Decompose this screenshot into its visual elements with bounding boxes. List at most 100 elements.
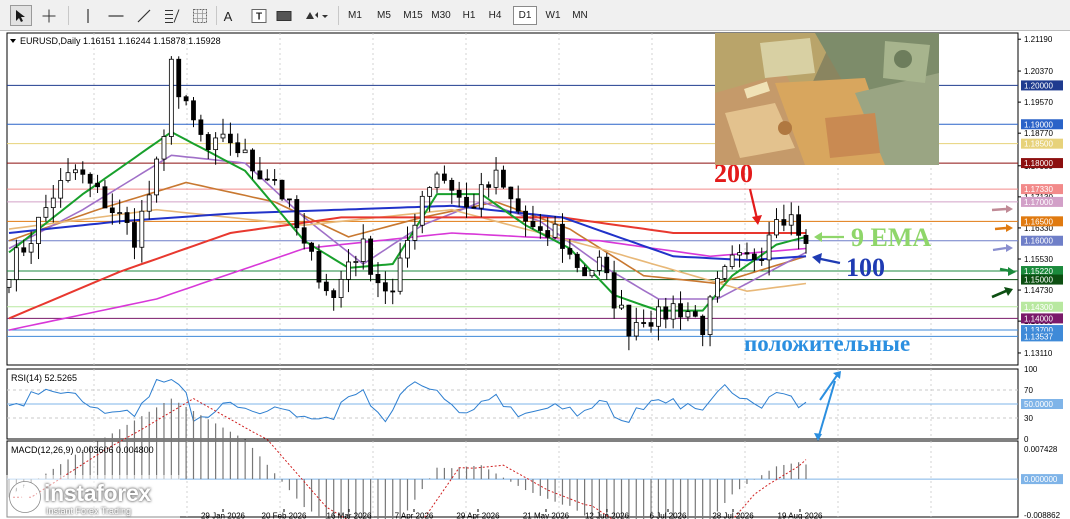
fibonacci-tool-button[interactable]: [160, 5, 184, 26]
rsi-axis-label: 70: [1024, 386, 1033, 395]
text-label-tool-button[interactable]: T: [248, 5, 270, 26]
candle-body: [316, 250, 322, 283]
y-axis-tick-label: 1.21190: [1024, 35, 1053, 44]
x-axis-tick-label: 29 Jan 2026: [201, 512, 246, 519]
candle-body: [729, 254, 735, 267]
candle-body: [117, 212, 123, 215]
crosshair-tool-button[interactable]: [37, 5, 61, 26]
timeframe-m1[interactable]: M1: [343, 6, 367, 25]
level-price-label: 1.16500: [1024, 217, 1053, 226]
y-axis-tick-label: 1.20370: [1024, 67, 1053, 76]
candle-body: [493, 169, 499, 188]
candle-body: [537, 226, 543, 231]
timeframe-h1[interactable]: H1: [458, 6, 480, 25]
rectangle-tool-button[interactable]: [273, 5, 295, 26]
timeframe-w1[interactable]: W1: [541, 6, 565, 25]
grid-tool-button[interactable]: [188, 5, 212, 26]
toolbar-separator: [338, 6, 339, 25]
timeframe-m15[interactable]: M15: [399, 6, 427, 25]
candle-body: [338, 278, 344, 298]
candle-body: [737, 252, 742, 256]
x-axis-tick-label: 28 Jul 2026: [712, 512, 754, 519]
candle-body: [781, 219, 787, 226]
horizontal-line-icon: [108, 14, 124, 17]
logo-text: instaforex: [44, 480, 151, 506]
level-marker-arrow: [994, 226, 1007, 231]
candle-body: [685, 311, 691, 318]
candle-body: [419, 195, 425, 226]
candle-body: [560, 223, 565, 249]
candle-body: [205, 134, 211, 151]
toolbar-separator: [68, 6, 69, 25]
candle-body: [368, 238, 374, 275]
y-axis-tick-label: 1.19570: [1024, 98, 1053, 107]
candle-body: [36, 216, 41, 245]
candle-body: [692, 311, 698, 317]
banknotes-picture: [715, 33, 939, 165]
candle-body: [264, 178, 270, 181]
candle-body: [50, 197, 56, 209]
candle-body: [803, 234, 809, 244]
level-price-label: 1.14300: [1024, 303, 1053, 312]
vertical-line-icon: [87, 8, 89, 23]
candle-body: [154, 158, 159, 196]
vertical-line-tool-button[interactable]: [78, 5, 98, 26]
candle-body: [552, 223, 558, 238]
candle-body: [146, 194, 152, 212]
grid-icon: [193, 8, 207, 23]
x-axis-tick-label: 12 Jun 2026: [585, 512, 630, 519]
rsi-axis-label: 0: [1024, 435, 1029, 444]
timeframe-m30[interactable]: M30: [427, 6, 455, 25]
svg-text:A: A: [224, 9, 233, 23]
candle-body: [294, 199, 300, 229]
timeframe-mn[interactable]: MN: [568, 6, 592, 25]
candle-body: [272, 179, 278, 181]
annotation-9-ema: 9 EMA: [851, 223, 931, 252]
candle-body: [73, 169, 78, 174]
candle-body: [751, 253, 757, 260]
candle-body: [589, 270, 595, 277]
macd-axis-label: 0.007428: [1024, 445, 1058, 454]
macd-level-label: 0.000000: [1024, 475, 1058, 484]
candle-body: [523, 210, 528, 222]
timeframe-h4[interactable]: H4: [484, 6, 506, 25]
candle-body: [434, 173, 440, 188]
trendline-tool-button[interactable]: [132, 5, 156, 26]
candle-body: [375, 274, 381, 284]
level-price-label: 1.19000: [1024, 120, 1053, 129]
candle-body: [596, 256, 602, 271]
candle-body: [441, 173, 447, 181]
candle-body: [102, 186, 108, 209]
candle-body: [464, 196, 469, 208]
timeframe-m5[interactable]: M5: [372, 6, 396, 25]
candle-body: [301, 227, 307, 244]
candle-body: [744, 252, 750, 255]
currency-photo: [715, 33, 939, 165]
shapes-tool-button[interactable]: [301, 5, 331, 26]
candle-body: [346, 261, 351, 280]
candle-body: [611, 272, 617, 309]
cursor-tool-button[interactable]: [10, 5, 32, 26]
x-axis-tick-label: 16 Mar 2026: [327, 512, 372, 519]
candle-body: [242, 149, 248, 154]
candle-body: [700, 315, 706, 336]
timeframe-d1[interactable]: D1: [513, 6, 537, 25]
annotation-100: 100: [846, 253, 885, 282]
x-axis-tick-label: 6 Jul 2026: [650, 512, 687, 519]
text-tool-button[interactable]: A: [218, 5, 238, 26]
candle-body: [788, 214, 794, 226]
candle-body: [471, 206, 477, 209]
instaforex-logo: instaforex Instant Forex Trading: [0, 475, 180, 519]
horizontal-line-tool-button[interactable]: [104, 5, 128, 26]
shapes-icon: [306, 11, 328, 19]
level-price-label: 1.20000: [1024, 81, 1053, 90]
candle-body: [235, 142, 241, 154]
candle-body: [353, 261, 359, 263]
instaforex-logo-icon: [9, 481, 41, 513]
chart-area[interactable]: 1.211901.203701.195701.187701.179301.171…: [0, 31, 1070, 519]
candle-body: [412, 224, 418, 241]
candle-body: [95, 182, 100, 188]
candle-body: [21, 247, 27, 253]
candle-body: [65, 172, 71, 181]
candle-body: [80, 169, 86, 175]
